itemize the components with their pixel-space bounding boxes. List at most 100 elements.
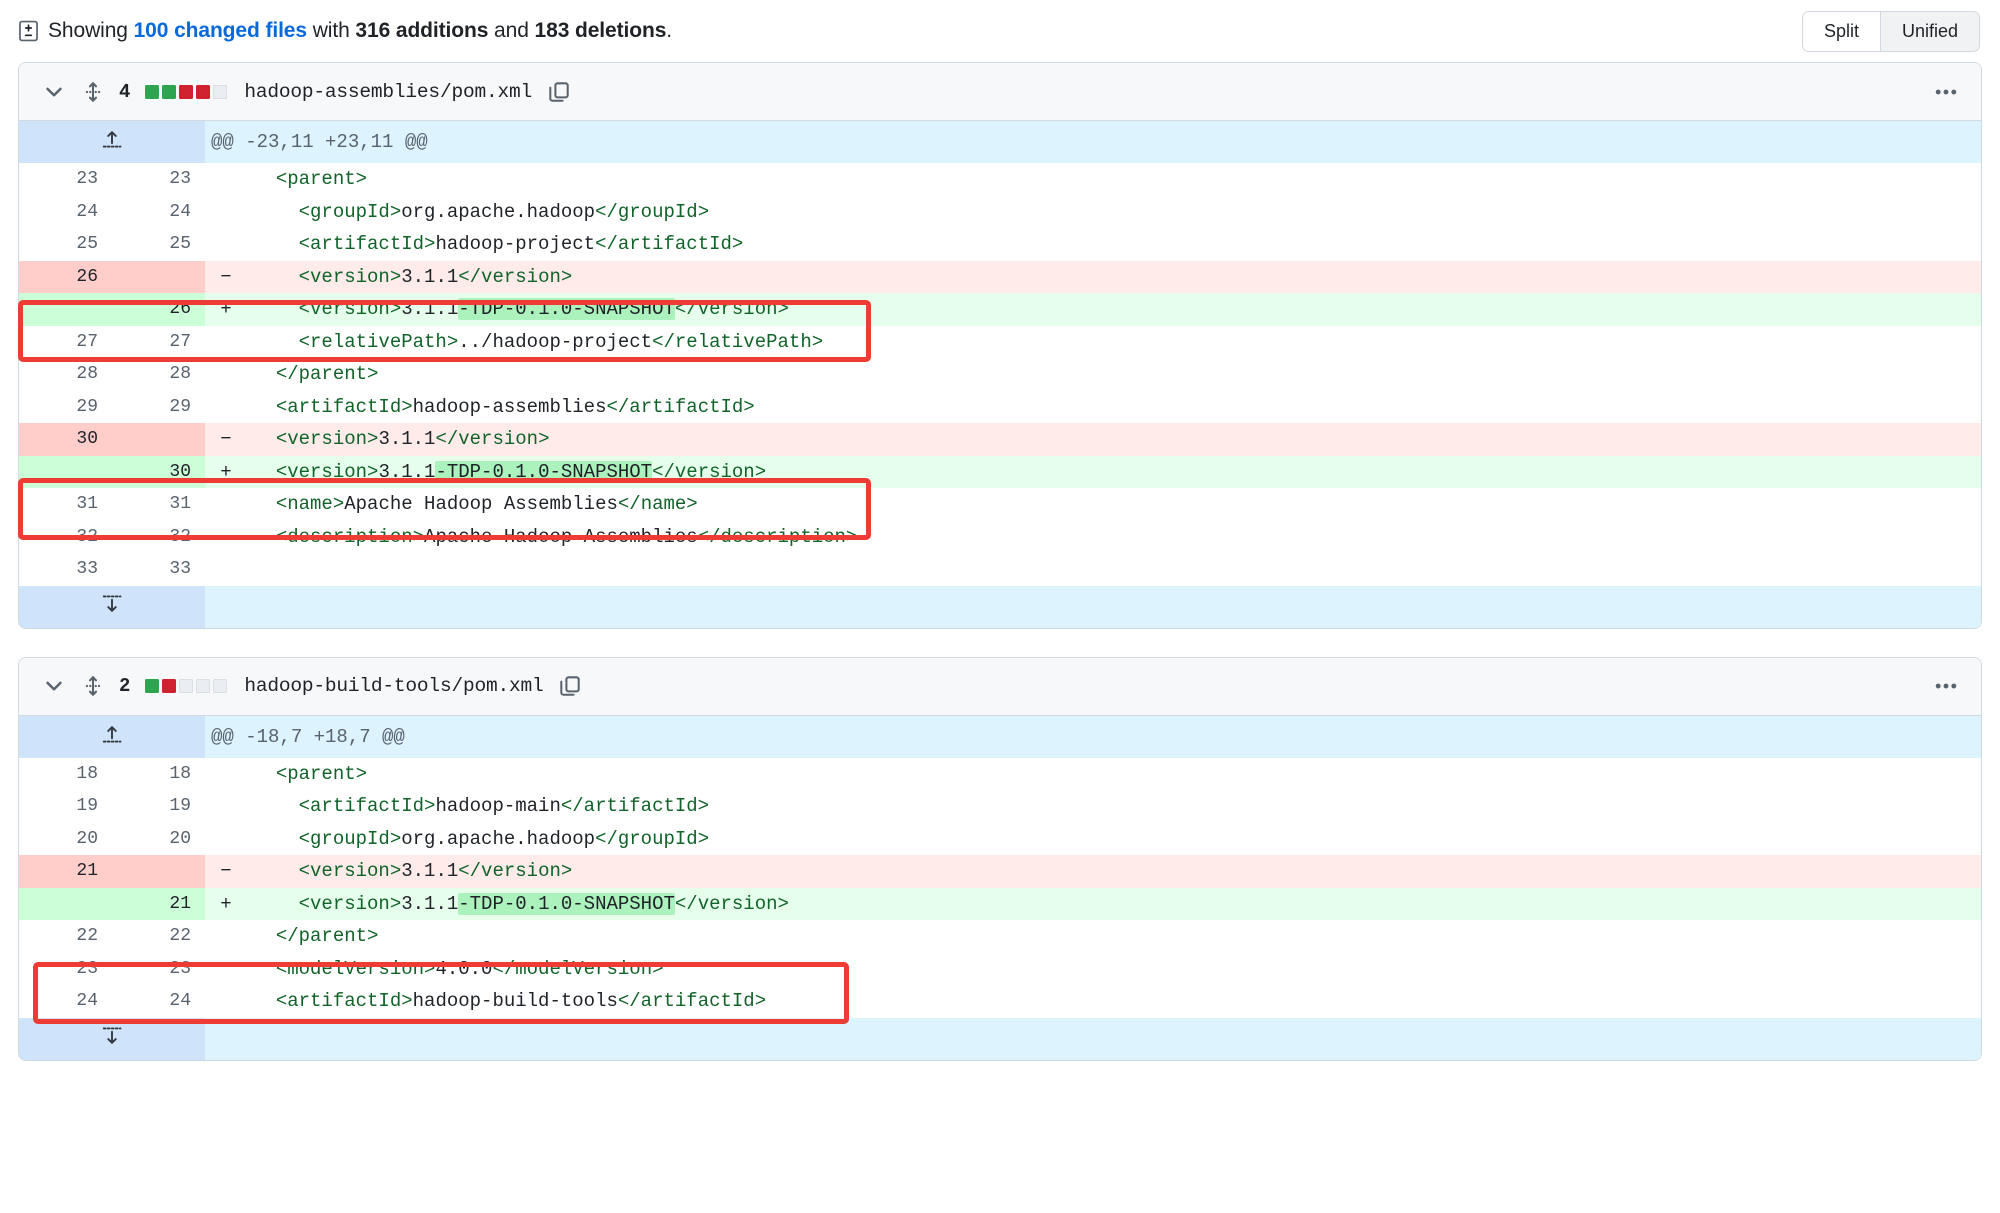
- old-line-number[interactable]: 30: [19, 423, 112, 456]
- old-line-number[interactable]: 29: [19, 390, 112, 423]
- changed-files-link[interactable]: 100 changed files: [134, 19, 307, 42]
- new-line-number[interactable]: 23: [112, 163, 205, 196]
- old-line-number[interactable]: 22: [19, 920, 112, 953]
- new-line-number[interactable]: 33: [112, 553, 205, 586]
- old-line-number[interactable]: 31: [19, 488, 112, 521]
- summary-suffix: .: [666, 19, 673, 42]
- new-line-number[interactable]: 24: [112, 985, 205, 1018]
- diff-code-line: <version>3.1.1</version>: [247, 423, 1981, 456]
- diff-code-line: </parent>: [247, 920, 1981, 953]
- new-line-number[interactable]: 28: [112, 358, 205, 391]
- expand-up-button[interactable]: [19, 715, 205, 758]
- old-line-number[interactable]: [19, 887, 112, 920]
- expand-up-button[interactable]: [19, 121, 205, 163]
- file-path-label[interactable]: hadoop-assemblies/pom.xml: [244, 81, 532, 103]
- file-header-left: 2 hadoop-build-tools/pom.xml: [41, 672, 584, 700]
- new-line-number[interactable]: 18: [112, 757, 205, 790]
- file-path-label[interactable]: hadoop-build-tools/pom.xml: [244, 675, 543, 697]
- collapse-file-chevron-down-icon[interactable]: [41, 673, 67, 699]
- new-line-number[interactable]: 30: [112, 455, 205, 488]
- new-line-number[interactable]: 26: [112, 293, 205, 326]
- diff-code-line: <description>Apache Hadoop Assemblies</d…: [247, 520, 1981, 553]
- old-line-number[interactable]: 28: [19, 358, 112, 391]
- diff-code-line: [247, 553, 1981, 586]
- new-line-number[interactable]: 27: [112, 325, 205, 358]
- hunk-footer-row: [19, 1017, 1981, 1060]
- diff-line-row-ctx: 20 20 <groupId>org.apache.hadoop</groupId…: [19, 822, 1981, 855]
- old-line-number[interactable]: 24: [19, 985, 112, 1018]
- old-line-number[interactable]: 32: [19, 520, 112, 553]
- diff-marker: [205, 790, 247, 823]
- split-view-button[interactable]: Split: [1802, 11, 1880, 51]
- new-line-number[interactable]: 31: [112, 488, 205, 521]
- diff-marker: [205, 228, 247, 261]
- diff-marker: −: [205, 423, 247, 456]
- old-line-number[interactable]: 18: [19, 757, 112, 790]
- old-line-number[interactable]: 24: [19, 195, 112, 228]
- old-line-number[interactable]: 23: [19, 163, 112, 196]
- new-line-number[interactable]: [112, 423, 205, 456]
- copy-path-icon[interactable]: [545, 78, 573, 106]
- old-line-number[interactable]: 25: [19, 228, 112, 261]
- old-line-number[interactable]: 19: [19, 790, 112, 823]
- diff-line-row-ctx: 31 31 <name>Apache Hadoop Assemblies</nam…: [19, 488, 1981, 521]
- diff-stat-block-del: [162, 679, 177, 693]
- diff-stat-block-neutral: [196, 679, 211, 693]
- diff-marker: [205, 358, 247, 391]
- diff-stat-block-del: [179, 84, 194, 99]
- old-line-number[interactable]: 33: [19, 553, 112, 586]
- old-line-number[interactable]: 20: [19, 822, 112, 855]
- diff-line-row-add: 30 + <version>3.1.1-TDP-0.1.0-SNAPSHOT</v…: [19, 455, 1981, 488]
- diff-marker: [205, 920, 247, 953]
- file-diff-card: 4 hadoop-assemblies/pom.xml @@ -23,11 +23,…: [18, 62, 1982, 629]
- unified-view-button[interactable]: Unified: [1879, 11, 1979, 51]
- diff-code-line: <artifactId>hadoop-assemblies</artifactI…: [247, 390, 1981, 423]
- new-line-number[interactable]: 29: [112, 390, 205, 423]
- new-line-number[interactable]: 24: [112, 195, 205, 228]
- diff-code-line: <version>3.1.1-TDP-0.1.0-SNAPSHOT</versi…: [247, 293, 1981, 326]
- file-options-kebab-icon[interactable]: [1931, 77, 1961, 107]
- old-line-number[interactable]: 27: [19, 325, 112, 358]
- copy-path-icon[interactable]: [556, 672, 584, 700]
- hunk-footer-spacer: [205, 1017, 1981, 1060]
- diff-code-line: <groupId>org.apache.hadoop</groupId>: [247, 195, 1981, 228]
- file-move-handle-icon[interactable]: [80, 79, 106, 105]
- new-line-number[interactable]: 21: [112, 887, 205, 920]
- diff-line-row-add: 26 + <version>3.1.1-TDP-0.1.0-SNAPSHOT</v…: [19, 293, 1981, 326]
- deletions-count: 183 deletions: [534, 19, 667, 42]
- summary-text-group: Showing 100 changed files with 316 addit…: [18, 18, 672, 44]
- new-line-number[interactable]: 23: [112, 952, 205, 985]
- diff-line-row-ctx: 27 27 <relativePath>../hadoop-project</re…: [19, 325, 1981, 358]
- diff-marker: [205, 390, 247, 423]
- old-line-number[interactable]: 21: [19, 855, 112, 888]
- new-line-number[interactable]: 20: [112, 822, 205, 855]
- old-line-number[interactable]: 26: [19, 260, 112, 293]
- diff-code-line: <parent>: [247, 163, 1981, 196]
- diff-view-toggle[interactable]: Split Unified: [1801, 10, 1980, 52]
- expand-down-button[interactable]: [19, 1017, 205, 1060]
- file-options-kebab-icon[interactable]: [1931, 671, 1961, 701]
- new-line-number[interactable]: [112, 260, 205, 293]
- expand-down-button[interactable]: [19, 585, 205, 628]
- collapse-file-chevron-down-icon[interactable]: [41, 79, 67, 105]
- old-line-number[interactable]: [19, 455, 112, 488]
- diff-line-row-ctx: 28 28 </parent>: [19, 358, 1981, 391]
- new-line-number[interactable]: 32: [112, 520, 205, 553]
- diff-marker: [205, 163, 247, 196]
- old-line-number[interactable]: 23: [19, 952, 112, 985]
- file-move-handle-icon[interactable]: [80, 673, 106, 699]
- diff-code-line: <modelVersion>4.0.0</modelVersion>: [247, 952, 1981, 985]
- diff-stat-block-add: [145, 679, 160, 693]
- diff-code-line: <parent>: [247, 757, 1981, 790]
- old-line-number[interactable]: [19, 293, 112, 326]
- diff-line-row-ctx: 25 25 <artifactId>hadoop-project</artifac…: [19, 228, 1981, 261]
- new-line-number[interactable]: 22: [112, 920, 205, 953]
- summary-prefix: Showing: [48, 19, 134, 42]
- diff-line-row-ctx: 18 18 <parent>: [19, 757, 1981, 790]
- new-line-number[interactable]: [112, 855, 205, 888]
- hunk-range-label: @@ -18,7 +18,7 @@: [205, 715, 1981, 758]
- diff-line-row-del: 26 − <version>3.1.1</version>: [19, 260, 1981, 293]
- new-line-number[interactable]: 19: [112, 790, 205, 823]
- diff-marker: [205, 553, 247, 586]
- new-line-number[interactable]: 25: [112, 228, 205, 261]
